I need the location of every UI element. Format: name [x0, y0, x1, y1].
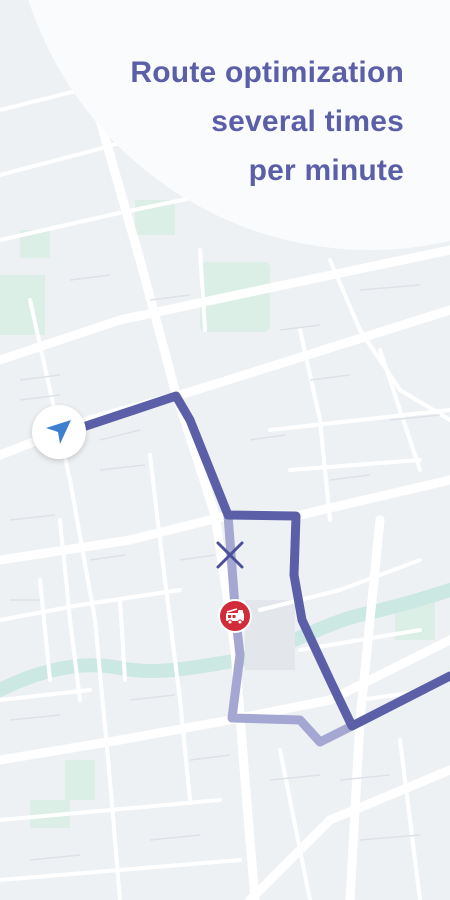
navigation-arrow-icon — [46, 420, 71, 444]
headline-line-2: several times — [211, 105, 404, 138]
close-x-icon[interactable] — [213, 538, 247, 572]
headline-line-3: per minute — [248, 154, 404, 187]
current-location-marker[interactable] — [32, 405, 86, 459]
station-block — [245, 600, 295, 670]
headline-line-1: Route optimization — [130, 56, 404, 89]
headline: Route optimization several times per min… — [24, 48, 404, 195]
incident-marker[interactable] — [218, 599, 252, 633]
map-screen: Route optimization several times per min… — [0, 0, 450, 900]
fire-truck-icon — [226, 608, 244, 625]
